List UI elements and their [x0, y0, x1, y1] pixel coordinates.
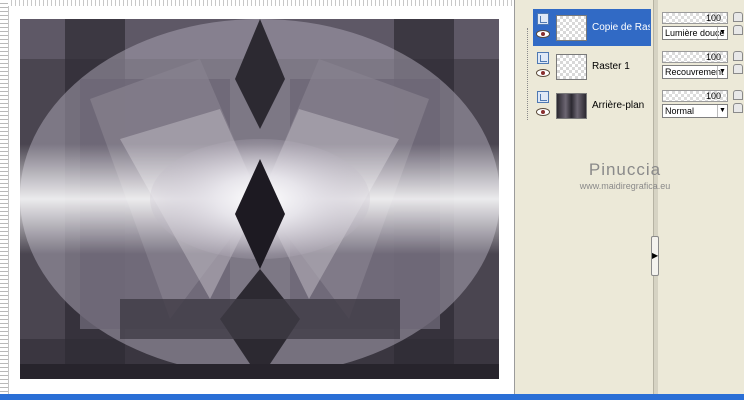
watermark-url: www.maidiregrafica.eu: [579, 181, 671, 191]
blend-mode-select[interactable]: Recouvrement ▼: [662, 65, 728, 79]
watermark-name: Pinuccia: [588, 160, 662, 179]
layer-thumbnail: [556, 53, 587, 80]
visibility-eye-icon[interactable]: [536, 108, 550, 116]
vertical-ruler: [0, 0, 9, 394]
blend-mode-label: Normal: [665, 106, 695, 116]
raster-layer-icon: [537, 52, 549, 64]
lock-icon[interactable]: [733, 51, 743, 61]
dropdown-arrow-icon[interactable]: ▼: [717, 27, 727, 39]
taskbar-strip: [0, 394, 744, 400]
link-icon[interactable]: [733, 64, 743, 74]
blend-mode-select[interactable]: Lumière douce ▼: [662, 26, 728, 40]
horizontal-ruler: [8, 0, 514, 6]
layer-thumbnail: [556, 92, 587, 119]
raster-layer-icon: [537, 91, 549, 103]
collapse-arrow-icon[interactable]: ▶: [651, 236, 659, 276]
layer-lock-icons: [733, 51, 744, 77]
blend-mode-label: Recouvrement: [665, 67, 724, 77]
raster-layer-icon: [537, 13, 549, 25]
layer-properties-arriere-plan: 100 Normal ▼: [662, 90, 728, 118]
visibility-eye-icon[interactable]: [536, 30, 550, 38]
opacity-slider[interactable]: 100: [662, 12, 728, 24]
visibility-eye-icon[interactable]: [536, 69, 550, 77]
layer-properties-copie-de-raster: 100 Lumière douce ▼: [662, 12, 728, 40]
opacity-slider[interactable]: 100: [662, 51, 728, 63]
lock-icon[interactable]: [733, 12, 743, 22]
blend-mode-label: Lumière douce: [665, 28, 725, 38]
link-icon[interactable]: [733, 25, 743, 35]
layer-row-copie-de-raster[interactable]: Copie de Raster: [533, 9, 651, 46]
dropdown-arrow-icon[interactable]: ▼: [717, 66, 727, 78]
layer-properties-raster-1: 100 Recouvrement ▼: [662, 51, 728, 79]
image-canvas[interactable]: [20, 19, 499, 379]
layer-lock-icons: [733, 12, 744, 38]
layer-thumbnail: [556, 14, 587, 41]
layer-name: Arrière-plan: [592, 100, 645, 111]
panel-splitter[interactable]: [653, 0, 658, 394]
dropdown-arrow-icon[interactable]: ▼: [717, 105, 727, 117]
opacity-slider[interactable]: 100: [662, 90, 728, 102]
blend-mode-select[interactable]: Normal ▼: [662, 104, 728, 118]
layer-lock-icons: [733, 90, 744, 116]
link-icon[interactable]: [733, 103, 743, 113]
layer-row-raster-1[interactable]: Raster 1: [533, 48, 651, 85]
layer-row-arriere-plan[interactable]: Arrière-plan: [533, 87, 651, 124]
layer-name: Copie de Raster: [592, 22, 650, 33]
canvas-area[interactable]: [0, 0, 515, 394]
watermark: Pinuccia www.maidiregrafica.eu: [560, 160, 690, 191]
layer-name: Raster 1: [592, 61, 630, 72]
lock-icon[interactable]: [733, 90, 743, 100]
